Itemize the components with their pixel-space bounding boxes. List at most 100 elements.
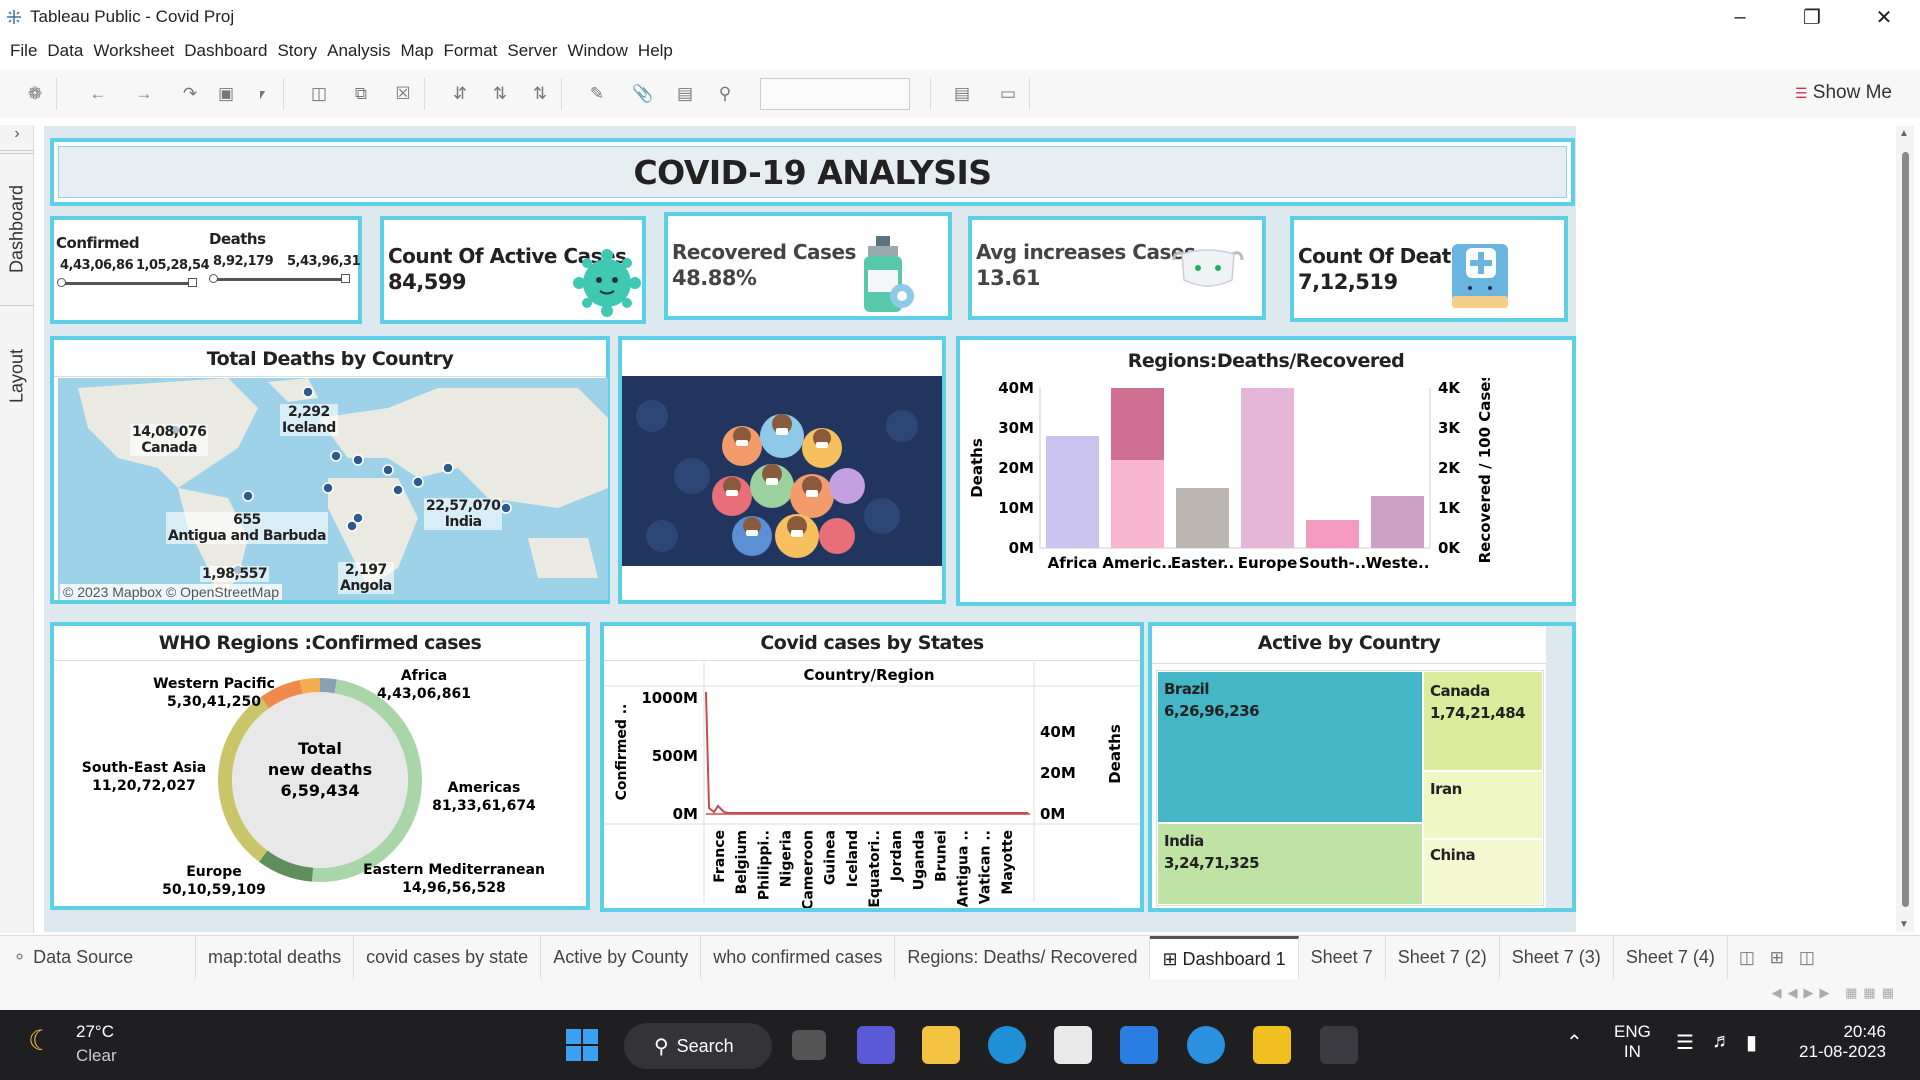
deaths-slider-handle-min[interactable] <box>209 274 218 283</box>
tab-sheet-7-2[interactable]: Sheet 7 (2) <box>1386 935 1500 980</box>
get-help-icon[interactable] <box>1187 1026 1225 1064</box>
wifi-icon[interactable]: ☰ <box>1676 1030 1694 1055</box>
bar-y2-tick: 2K <box>1438 459 1461 477</box>
status-bar-nav-icons[interactable]: ◀◀▶▶ ▦▦▦ <box>1772 985 1900 1001</box>
taskbar-search[interactable]: ⚲ Search <box>624 1023 772 1069</box>
bar-y2-tick: 1K <box>1438 499 1461 517</box>
microsoft-store-icon[interactable] <box>1054 1026 1092 1064</box>
fit-dropdown[interactable] <box>760 78 910 110</box>
dashboard-scrollbar[interactable]: ▲ ▼ <box>1896 126 1914 932</box>
expand-panel-icon[interactable]: › <box>0 125 34 151</box>
myhp-icon[interactable] <box>1120 1026 1158 1064</box>
kpi-avg-value: 13.61 <box>976 266 1040 290</box>
menu-window[interactable]: Window <box>567 41 627 61</box>
scroll-down-icon[interactable]: ▼ <box>1899 919 1909 930</box>
volume-icon[interactable]: ♬ <box>1712 1030 1732 1053</box>
swap-icon[interactable]: ⇵ <box>447 81 473 107</box>
confirmed-slider-track[interactable] <box>62 282 192 285</box>
menu-data[interactable]: Data <box>47 41 83 61</box>
scroll-up-icon[interactable]: ▲ <box>1899 128 1909 139</box>
edge-browser-icon[interactable] <box>988 1026 1026 1064</box>
tab-dashboard-1[interactable]: ⊞ Dashboard 1 <box>1150 935 1299 980</box>
deaths-slider-track[interactable] <box>214 278 344 281</box>
show-me-button[interactable]: ☰ Show Me <box>1795 82 1892 104</box>
confirmed-slider-handle-min[interactable] <box>57 278 66 287</box>
donut-label-name: Africa <box>401 668 447 684</box>
tab-sheet-7-3[interactable]: Sheet 7 (3) <box>1500 935 1614 980</box>
tab-dashboard-panel[interactable]: Dashboard <box>0 153 34 303</box>
presentation-icon[interactable]: ▭ <box>995 81 1021 107</box>
menu-map[interactable]: Map <box>400 41 433 61</box>
tab-sheet-7-4[interactable]: Sheet 7 (4) <box>1614 935 1728 980</box>
group-icon[interactable]: 📎 <box>630 81 656 107</box>
new-worksheet-icon[interactable]: ◫ <box>306 81 332 107</box>
line-x-tick: Antigua .. <box>956 830 972 907</box>
redo-icon[interactable]: → <box>131 81 157 107</box>
new-worksheet-tab-icon[interactable]: ◫ <box>1734 945 1760 971</box>
line-x-tick: Philippi.. <box>756 830 772 900</box>
map-value-angola: 2,197 <box>344 562 387 578</box>
states-line-chart[interactable]: Country/Region 0M 500M 1000M 0M 20M 40M Confirm… <box>604 662 1140 908</box>
tableau-taskbar-icon[interactable] <box>1320 1026 1358 1064</box>
sort-asc-icon[interactable]: ⇅ <box>487 81 513 107</box>
confirmed-slider-handle-max[interactable] <box>188 278 197 287</box>
new-datasource-icon[interactable]: ⎖ <box>249 81 275 107</box>
menu-story[interactable]: Story <box>277 41 317 61</box>
sort-desc-icon[interactable]: ⇅ <box>527 81 553 107</box>
treemap-cell-brazil[interactable]: Brazil 6,26,96,236 <box>1157 671 1423 823</box>
windows-taskbar: ☾ 27°C Clear ⚲ Search ⌃ ENG IN ☰ ♬ ▮ 20:4… <box>0 1010 1920 1080</box>
who-regions-donut-chart[interactable]: Africa 4,43,06,861 Americas 81,33,61,674 Eas… <box>54 662 586 906</box>
line-y2-label: Deaths <box>1106 724 1124 784</box>
menu-file[interactable]: File <box>10 41 37 61</box>
show-cards-icon[interactable]: ▤ <box>949 81 975 107</box>
treemap-brazil-value: 6,26,96,236 <box>1164 702 1260 720</box>
language-indicator[interactable]: ENG IN <box>1614 1022 1651 1062</box>
scrollbar-thumb[interactable] <box>1902 152 1909 907</box>
treemap-cell-india[interactable]: India 3,24,71,325 <box>1157 823 1423 905</box>
battery-icon[interactable]: ▮ <box>1746 1030 1757 1055</box>
tab-covid-cases-by-state[interactable]: covid cases by state <box>354 935 542 980</box>
replay-icon[interactable]: ↷ <box>177 81 203 107</box>
clock[interactable]: 20:46 21-08-2023 <box>1796 1022 1886 1062</box>
file-explorer-icon[interactable] <box>922 1026 960 1064</box>
new-story-tab-icon[interactable]: ◫ <box>1794 945 1820 971</box>
tab-active-by-county[interactable]: Active by County <box>541 935 702 980</box>
undo-icon[interactable]: ← <box>85 81 111 107</box>
minimize-button[interactable]: – <box>1704 0 1776 34</box>
tab-sheet-7[interactable]: Sheet 7 <box>1299 935 1386 980</box>
tab-map-total-deaths[interactable]: map:total deaths <box>196 935 355 980</box>
tab-data-source-label: Data Source <box>33 947 134 967</box>
treemap-chart[interactable]: Brazil 6,26,96,236 Canada 1,74,21,484 Ir… <box>1156 670 1544 906</box>
tab-layout-panel[interactable]: Layout <box>0 305 34 445</box>
save-icon[interactable]: ▣ <box>213 81 239 107</box>
pin-icon[interactable]: ⚲ <box>712 81 738 107</box>
tab-regions-deaths-recovered[interactable]: Regions: Deaths/ Recovered <box>895 935 1151 980</box>
menu-dashboard[interactable]: Dashboard <box>184 41 267 61</box>
labels-icon[interactable]: ▤ <box>672 81 698 107</box>
menu-worksheet[interactable]: Worksheet <box>93 41 174 61</box>
map-value-antigua: 655 <box>233 512 261 528</box>
treemap-cell-china[interactable]: China <box>1423 839 1543 905</box>
close-button[interactable]: ✕ <box>1848 0 1920 34</box>
duplicate-sheet-icon[interactable]: ⧉ <box>348 81 374 107</box>
treemap-cell-iran[interactable]: Iran <box>1423 771 1543 839</box>
maximize-button[interactable]: ❐ <box>1776 0 1848 34</box>
treemap-cell-canada[interactable]: Canada 1,74,21,484 <box>1423 671 1543 771</box>
teams-chat-icon[interactable] <box>857 1026 895 1064</box>
clear-sheet-icon[interactable]: ☒ <box>390 81 416 107</box>
menu-analysis[interactable]: Analysis <box>327 41 390 61</box>
regions-bar-chart[interactable]: 0M 10M 20M 30M 40M 0K 1K 2K 3K 4K Deaths Recovered … <box>960 378 1572 602</box>
tableau-home-icon[interactable]: ❁ <box>22 81 48 107</box>
tab-data-source[interactable]: ⚬ Data Source <box>0 935 196 980</box>
show-hidden-icons[interactable]: ⌃ <box>1566 1030 1583 1055</box>
menu-server[interactable]: Server <box>507 41 557 61</box>
task-view-icon[interactable] <box>792 1030 826 1060</box>
menu-help[interactable]: Help <box>638 41 673 61</box>
new-dashboard-tab-icon[interactable]: ⊞ <box>1764 945 1790 971</box>
windows-start-icon[interactable] <box>563 1026 601 1064</box>
power-bi-icon[interactable] <box>1253 1026 1291 1064</box>
highlight-icon[interactable]: ✎ <box>584 81 610 107</box>
deaths-slider-handle-max[interactable] <box>341 274 350 283</box>
menu-format[interactable]: Format <box>444 41 498 61</box>
tab-who-confirmed-cases[interactable]: who confirmed cases <box>701 935 896 980</box>
